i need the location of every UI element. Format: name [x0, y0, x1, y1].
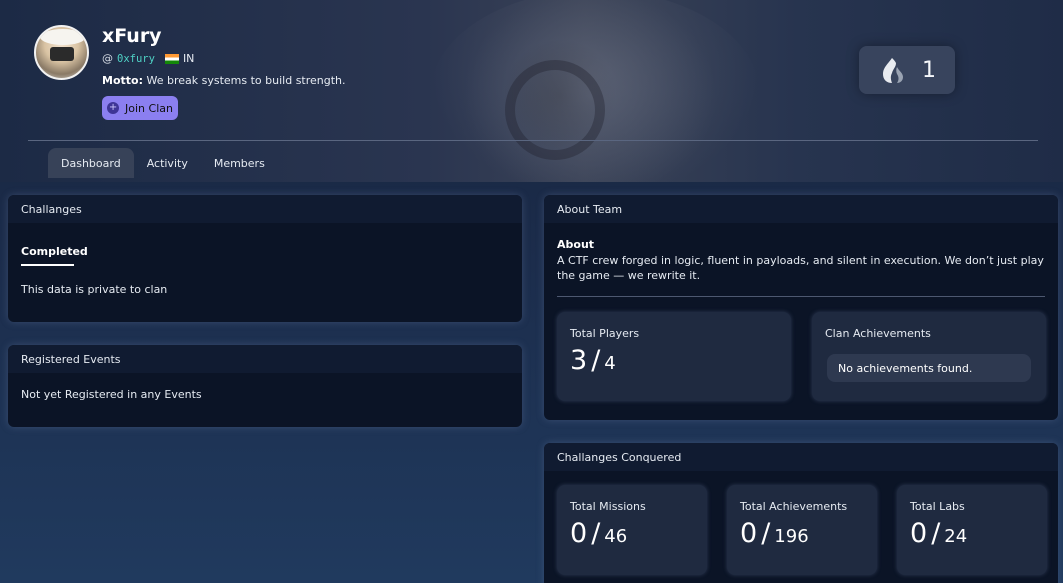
achievements-count: 0 [740, 518, 758, 549]
avatar-camera [50, 47, 74, 61]
handle-row: @ 0xfury IN [102, 52, 194, 65]
total-labs-value: 0/24 [910, 518, 968, 549]
at-sign: @ [102, 52, 113, 65]
avatar-hat [40, 29, 86, 45]
banner-camera-lens [505, 60, 605, 160]
plus-icon: + [107, 102, 120, 114]
events-empty-message: Not yet Registered in any Events [21, 388, 202, 401]
motto-text: We break systems to build strength. [146, 74, 346, 87]
challenges-conquered-card: Challanges Conquered Total Missions 0/46… [544, 443, 1058, 583]
country-code: IN [182, 52, 195, 65]
profile-name: xFury [102, 25, 162, 47]
streak-badge: 1 [859, 46, 955, 94]
private-notice: This data is private to clan [21, 283, 168, 296]
total-missions-stat: Total Missions 0/46 [557, 485, 707, 575]
conquered-title: Challanges Conquered [544, 443, 1058, 471]
labs-count: 0 [910, 518, 928, 549]
tab-members[interactable]: Members [201, 148, 278, 178]
total-players-label: Total Players [570, 327, 640, 340]
total-labs-label: Total Labs [910, 500, 965, 513]
join-clan-button[interactable]: + Join Clan [102, 96, 178, 120]
header-divider [28, 140, 1038, 141]
achievements-total: 196 [774, 526, 809, 547]
total-missions-label: Total Missions [570, 500, 646, 513]
total-labs-stat: Total Labs 0/24 [897, 485, 1047, 575]
tab-activity[interactable]: Activity [134, 148, 201, 178]
about-description: A CTF crew forged in logic, fluent in pa… [557, 254, 1044, 282]
missions-total: 46 [604, 526, 628, 547]
total-achievements-stat: Total Achievements 0/196 [727, 485, 877, 575]
clan-achievements-label: Clan Achievements [825, 327, 931, 340]
join-clan-label: Join Clan [125, 101, 173, 115]
labs-total: 24 [944, 526, 968, 547]
players-count: 3 [570, 345, 588, 376]
motto-label: Motto: [102, 74, 143, 87]
tab-completed[interactable]: Completed [21, 245, 88, 258]
no-achievements-message: No achievements found. [827, 354, 1031, 382]
about-divider [557, 296, 1045, 297]
profile-handle: 0xfury [117, 52, 155, 65]
india-flag-icon [164, 53, 179, 64]
total-achievements-value: 0/196 [740, 518, 809, 549]
profile-tabs: Dashboard Activity Members [48, 148, 278, 178]
tab-dashboard[interactable]: Dashboard [48, 148, 134, 178]
challenges-title: Challanges [8, 195, 522, 223]
players-total: 4 [604, 353, 616, 374]
total-missions-value: 0/46 [570, 518, 628, 549]
streak-count: 1 [922, 57, 936, 83]
challenges-card: Challanges Completed This data is privat… [8, 195, 522, 322]
clan-achievements-stat: Clan Achievements No achievements found. [812, 312, 1046, 401]
events-title: Registered Events [8, 345, 522, 373]
about-label: About [557, 238, 595, 251]
about-team-card: About Team About A CTF crew forged in lo… [544, 195, 1058, 420]
completed-tab-underline [21, 264, 74, 266]
clan-profile-page: xFury @ 0xfury IN Motto: We break system… [0, 0, 1063, 583]
total-players-stat: Total Players 3/4 [557, 312, 791, 401]
total-achievements-label: Total Achievements [740, 500, 848, 513]
total-players-value: 3/4 [570, 345, 616, 376]
missions-count: 0 [570, 518, 588, 549]
profile-banner: xFury @ 0xfury IN Motto: We break system… [0, 0, 1063, 182]
flame-icon [883, 58, 903, 83]
about-team-title: About Team [544, 195, 1058, 223]
profile-motto: Motto: We break systems to build strengt… [102, 74, 346, 87]
avatar[interactable] [34, 25, 89, 80]
registered-events-card: Registered Events Not yet Registered in … [8, 345, 522, 427]
